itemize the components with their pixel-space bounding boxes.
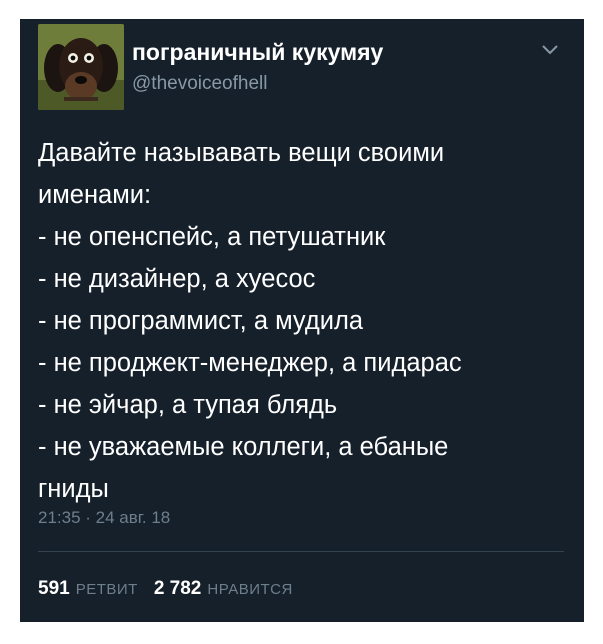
- likes-label[interactable]: НРАВИТСЯ: [207, 581, 292, 598]
- retweets-count[interactable]: 591: [38, 578, 70, 600]
- retweets-label[interactable]: РЕТВИТ: [76, 581, 138, 598]
- tweet-stats: 591 РЕТВИТ 2 782 НРАВИТСЯ: [38, 578, 303, 600]
- avatar[interactable]: [38, 24, 124, 110]
- divider: [38, 551, 564, 552]
- tweet-text: Давайте называвать вещи своими именами: …: [38, 139, 462, 503]
- chevron-down-icon[interactable]: [540, 41, 560, 57]
- author-name[interactable]: пограничный кукумяу: [132, 38, 383, 66]
- author-handle[interactable]: @thevoiceofhell: [132, 73, 267, 95]
- dog-avatar-icon: [38, 24, 124, 110]
- tweet-card: пограничный кукумяу @thevoiceofhell Дава…: [20, 19, 584, 622]
- tweet-timestamp[interactable]: 21:35 · 24 авг. 18: [38, 508, 170, 528]
- likes-count[interactable]: 2 782: [154, 578, 202, 600]
